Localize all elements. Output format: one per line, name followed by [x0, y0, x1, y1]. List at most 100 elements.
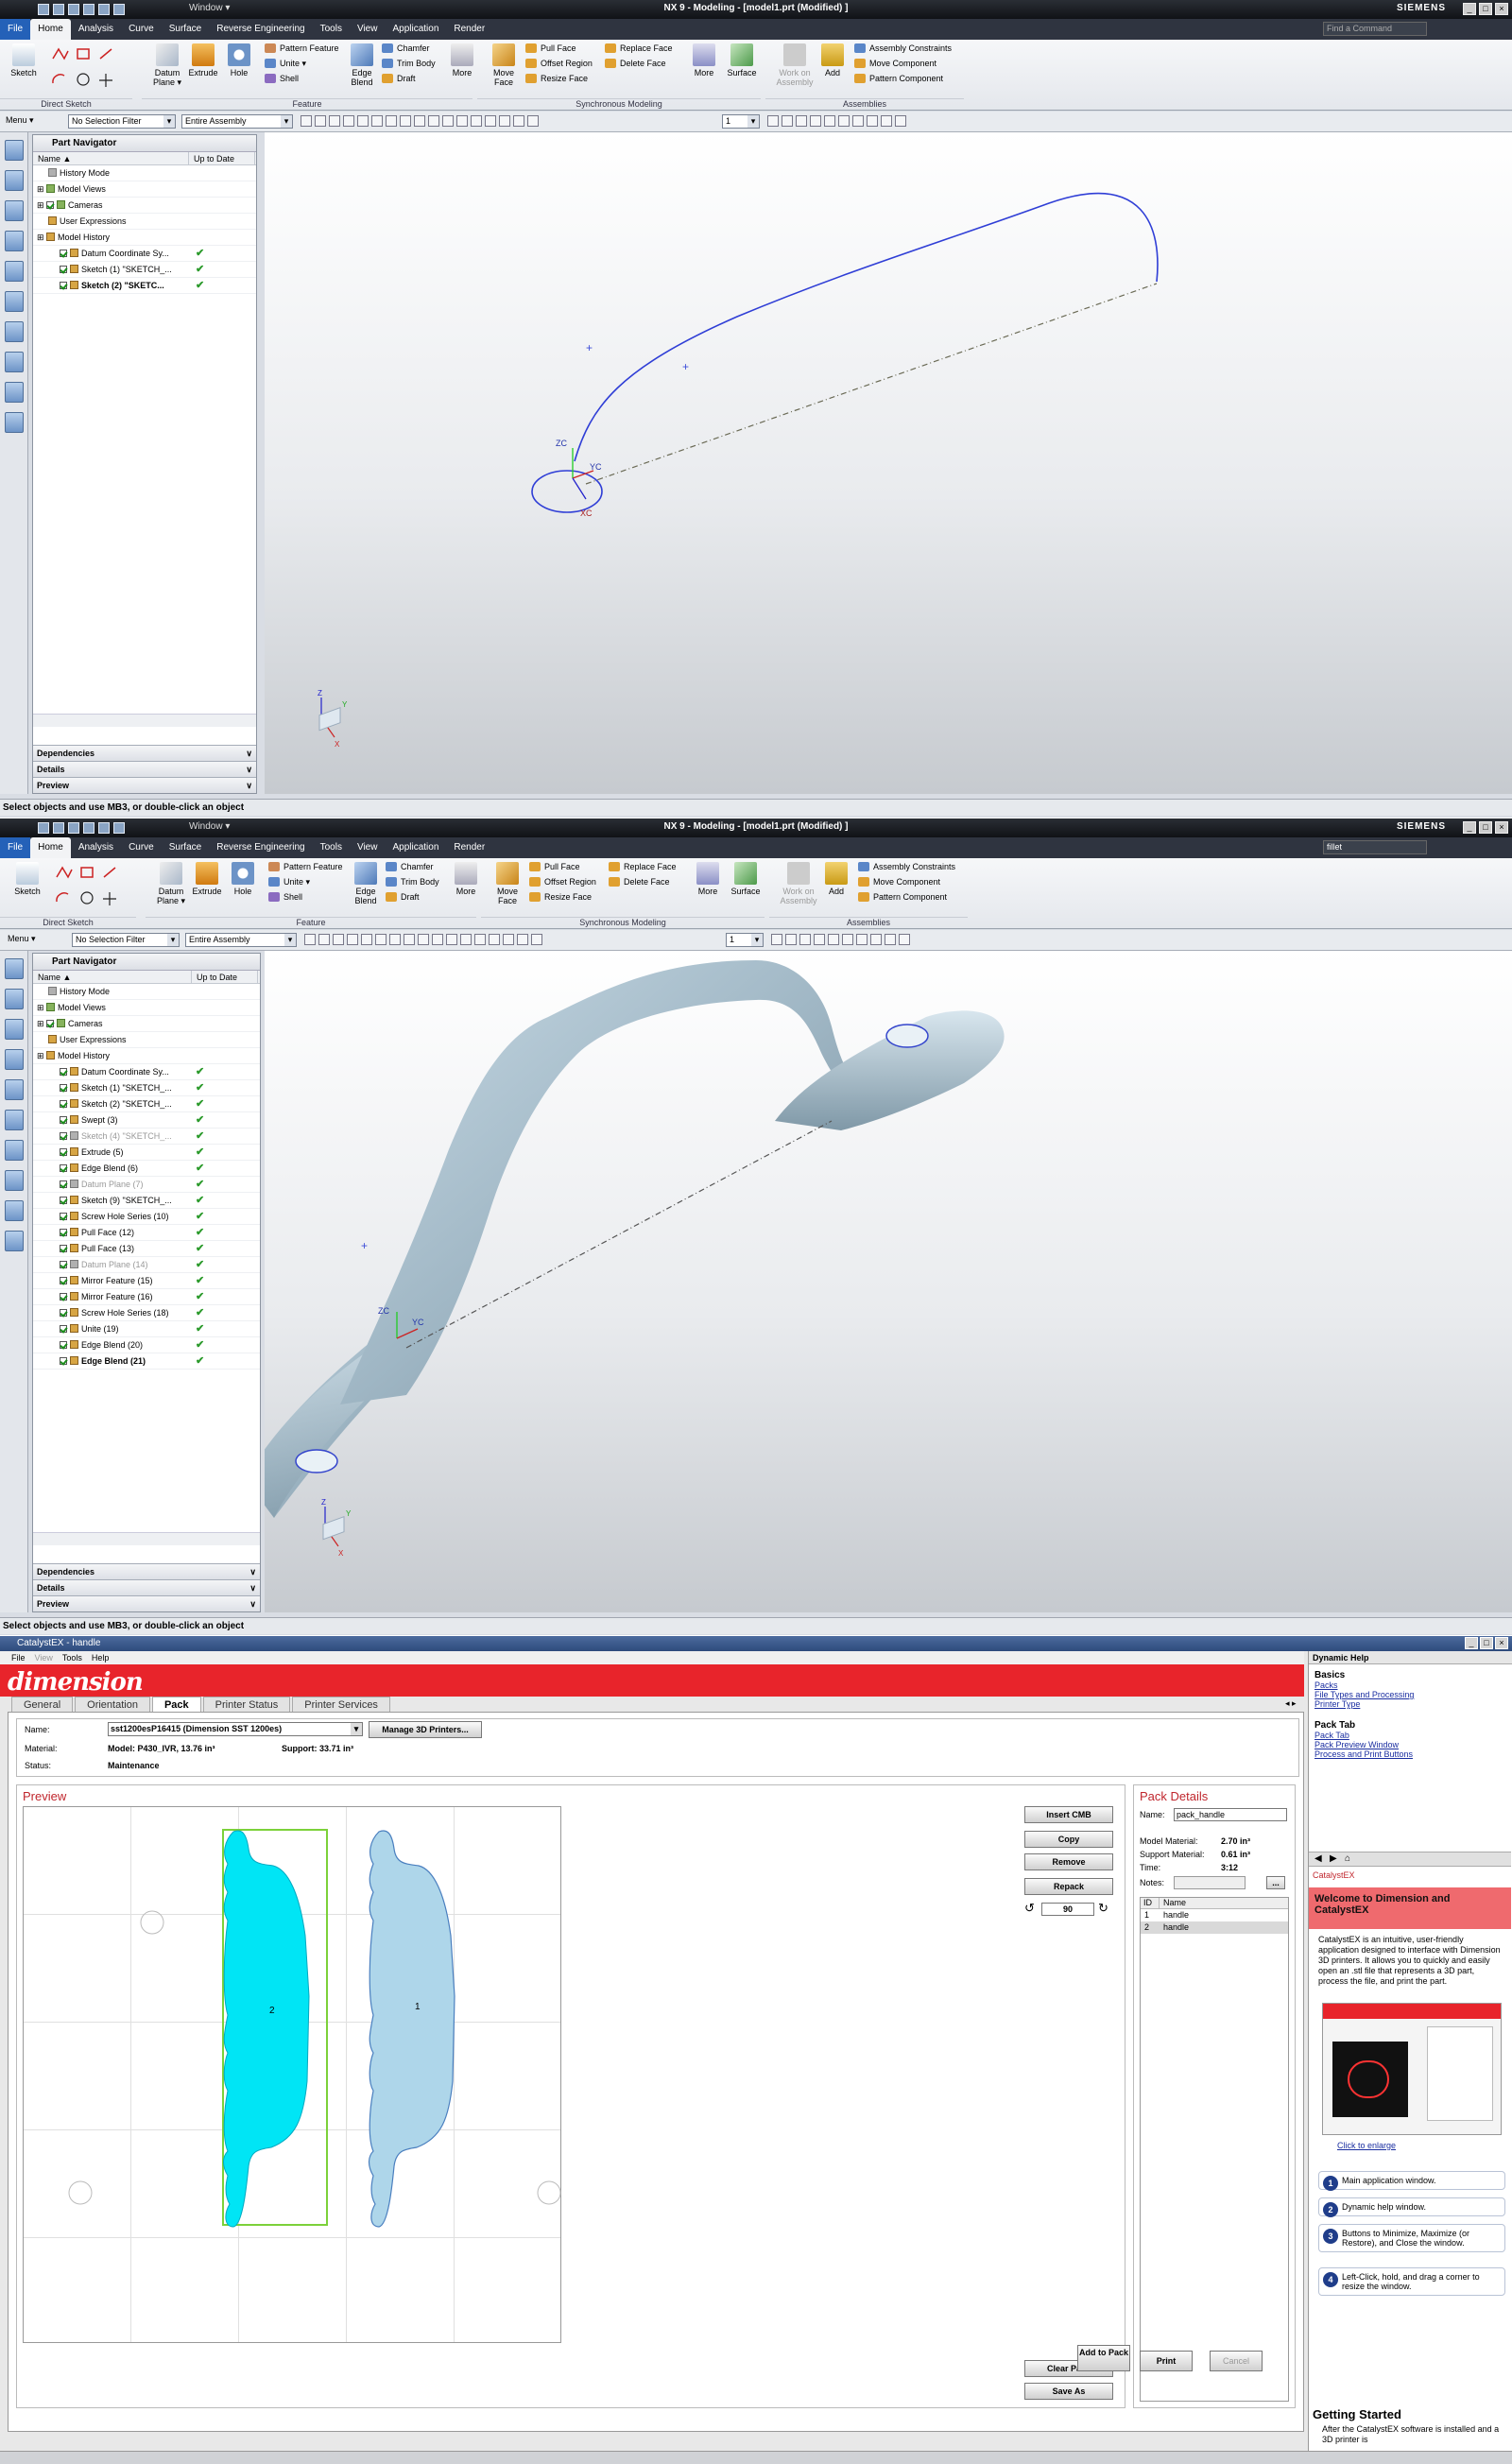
edge-blend-button[interactable]: Edge Blend — [350, 862, 382, 905]
notes-browse-button[interactable]: ... — [1266, 1876, 1285, 1889]
selection-scope-dropdown[interactable]: Entire Assembly — [181, 114, 293, 129]
system-materials-icon[interactable] — [4, 1140, 24, 1161]
sketch-curve-tools[interactable] — [53, 864, 138, 911]
tree-item[interactable]: History Mode — [33, 984, 260, 1000]
tree-item[interactable]: Datum Coordinate Sy... ✔ — [33, 1064, 260, 1080]
table-row[interactable]: 1 handle — [1141, 1909, 1288, 1921]
hole-button[interactable]: Hole — [223, 43, 255, 78]
pattern-component-button[interactable]: Pattern Component — [858, 890, 947, 904]
insert-cmb-button[interactable]: Insert CMB — [1024, 1806, 1113, 1823]
history-icon[interactable] — [4, 1049, 24, 1070]
tree-item[interactable]: History Mode — [33, 165, 256, 181]
datum-plane-button[interactable]: Datum Plane ▾ — [151, 43, 183, 87]
resize-face-button[interactable]: Resize Face — [529, 890, 592, 904]
unite-button[interactable]: Unite ▾ — [268, 875, 310, 888]
more-feature-button[interactable]: More — [450, 862, 482, 896]
assembly-constraints-button[interactable]: Assembly Constraints — [854, 42, 952, 55]
dependencies-panel[interactable]: Dependencies — [33, 745, 256, 762]
pattern-feature-button[interactable]: Pattern Feature — [265, 42, 339, 55]
visibility-checkbox[interactable] — [60, 1357, 67, 1365]
rotation-angle-input[interactable]: 90 — [1041, 1903, 1094, 1916]
maximize-icon[interactable]: □ — [1479, 821, 1492, 834]
tab-home[interactable]: Home — [30, 19, 71, 40]
tree-item[interactable]: Datum Coordinate Sy... ✔ — [33, 246, 256, 262]
tab-file[interactable]: File — [0, 837, 31, 858]
help-thumbnail[interactable] — [1322, 2003, 1502, 2135]
tab-tools[interactable]: Tools — [313, 837, 350, 858]
forward-icon[interactable]: ▶ — [1330, 1853, 1337, 1864]
tab-orientation[interactable]: Orientation — [75, 1697, 150, 1712]
visibility-checkbox[interactable] — [60, 1325, 67, 1333]
reuse-library-icon[interactable] — [4, 1079, 24, 1100]
expand-icon[interactable]: ⊞ — [37, 1019, 46, 1028]
save-as-button[interactable]: Save As — [1024, 2383, 1113, 2400]
tab-tools[interactable]: Tools — [313, 19, 350, 40]
manage-printers-button[interactable]: Manage 3D Printers... — [369, 1721, 482, 1738]
visibility-checkbox[interactable] — [60, 1100, 67, 1108]
edge-blend-button[interactable]: Edge Blend — [346, 43, 378, 87]
rotation-stepper[interactable]: ↺ 90 ↻ — [1024, 1901, 1113, 1918]
visibility-checkbox[interactable] — [60, 1180, 67, 1188]
selection-filter-dropdown[interactable]: No Selection Filter — [68, 114, 176, 129]
minimize-icon[interactable]: _ — [1463, 3, 1476, 15]
tab-file[interactable]: File — [0, 19, 31, 40]
help-link-file-types[interactable]: File Types and Processing — [1314, 1690, 1506, 1699]
expand-icon[interactable]: ⊞ — [37, 184, 46, 194]
tree-item[interactable]: User Expressions — [33, 1032, 260, 1048]
repack-button[interactable]: Repack — [1024, 1878, 1113, 1895]
move-component-button[interactable]: Move Component — [858, 875, 940, 888]
part-1[interactable] — [368, 1830, 455, 2228]
minimize-icon[interactable]: _ — [1465, 1637, 1478, 1649]
tree-item[interactable]: ⊞ Cameras — [33, 198, 256, 214]
layer-dropdown[interactable]: 1 — [722, 114, 760, 129]
roles-icon[interactable] — [4, 1170, 24, 1191]
close-icon[interactable]: × — [1495, 1637, 1508, 1649]
tree-item[interactable]: Mirror Feature (16) ✔ — [33, 1289, 260, 1305]
menu-help[interactable]: Help — [92, 1651, 110, 1664]
trim-body-button[interactable]: Trim Body — [386, 875, 439, 888]
reuse-library-icon[interactable] — [4, 261, 24, 282]
help-link-pack-tab[interactable]: Pack Tab — [1314, 1731, 1506, 1740]
manufacturing-wizards-icon[interactable] — [4, 1231, 24, 1251]
graphics-window[interactable]: + + ZC YC XC Z Y X — [265, 132, 1512, 794]
visibility-checkbox[interactable] — [60, 1197, 67, 1204]
tree-item[interactable]: Pull Face (13) ✔ — [33, 1241, 260, 1257]
surface-button[interactable]: Surface — [726, 43, 758, 78]
add-component-button[interactable]: Add — [818, 43, 847, 78]
visibility-checkbox[interactable] — [60, 1293, 67, 1301]
sketch-button[interactable]: Sketch — [8, 43, 40, 78]
visibility-checkbox[interactable] — [60, 1164, 67, 1172]
delete-face-button[interactable]: Delete Face — [605, 57, 666, 70]
tree-item[interactable]: Sketch (1) "SKETCH_... ✔ — [33, 262, 256, 278]
tree-item[interactable]: ⊞ Model History — [33, 1048, 260, 1064]
move-component-button[interactable]: Move Component — [854, 57, 936, 70]
tree-item[interactable]: Screw Hole Series (10) ✔ — [33, 1209, 260, 1225]
process-studio-icon[interactable] — [4, 1200, 24, 1221]
replace-face-button[interactable]: Replace Face — [605, 42, 673, 55]
tree-item[interactable]: Screw Hole Series (18) ✔ — [33, 1305, 260, 1321]
help-link-pack-preview[interactable]: Pack Preview Window — [1314, 1740, 1506, 1749]
visibility-checkbox[interactable] — [60, 1148, 67, 1156]
tree-item[interactable]: Datum Plane (14) ✔ — [33, 1257, 260, 1273]
visibility-checkbox[interactable] — [60, 1229, 67, 1236]
more-sync-button[interactable]: More — [688, 43, 720, 78]
tree-item[interactable]: Edge Blend (6) ✔ — [33, 1161, 260, 1177]
more-sync-button[interactable]: More — [692, 862, 724, 896]
table-row[interactable]: 2 handle — [1141, 1921, 1288, 1934]
menu-file[interactable]: File — [11, 1651, 26, 1664]
tab-home[interactable]: Home — [30, 837, 71, 858]
visibility-checkbox[interactable] — [60, 1116, 67, 1124]
tree-item[interactable]: Mirror Feature (15) ✔ — [33, 1273, 260, 1289]
minimize-icon[interactable]: _ — [1463, 821, 1476, 834]
chamfer-button[interactable]: Chamfer — [386, 860, 434, 873]
tab-general[interactable]: General — [11, 1697, 74, 1712]
pack-name-input[interactable]: pack_handle — [1174, 1808, 1287, 1821]
tab-reverse-engineering[interactable]: Reverse Engineering — [209, 837, 312, 858]
view-tools[interactable] — [771, 934, 910, 945]
extrude-button[interactable]: Extrude — [191, 862, 223, 896]
rotate-ccw-icon[interactable]: ↺ — [1024, 1901, 1035, 1916]
tab-printer-status[interactable]: Printer Status — [202, 1697, 291, 1712]
column-up-to-date[interactable]: Up to Date — [192, 971, 258, 983]
help-link-process-print[interactable]: Process and Print Buttons — [1314, 1749, 1506, 1759]
more-feature-button[interactable]: More — [446, 43, 478, 78]
